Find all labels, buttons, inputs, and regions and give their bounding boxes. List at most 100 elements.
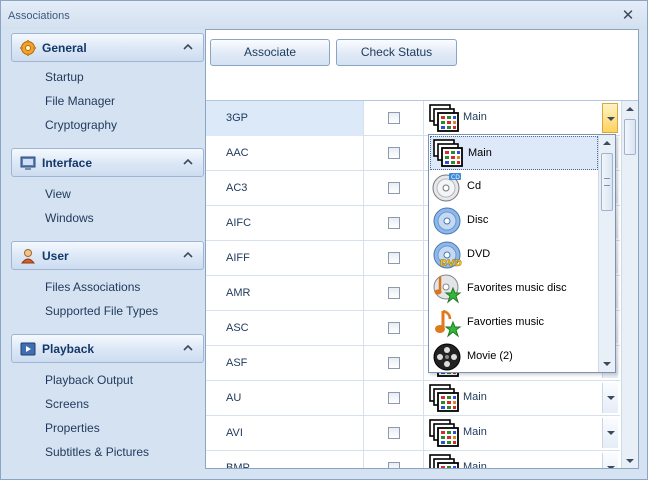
extension-cell: AMR <box>206 276 364 311</box>
extension-cell: 3GP <box>206 101 364 136</box>
group-interface-header[interactable]: Interface <box>11 148 204 177</box>
extension-cell: AC3 <box>206 171 364 206</box>
monitor-icon <box>20 156 36 170</box>
grid-view-icon <box>429 454 459 468</box>
close-icon[interactable]: ✕ <box>621 8 635 23</box>
dropdown-option[interactable]: Movie (2) <box>430 340 598 372</box>
associate-checkbox[interactable] <box>388 357 400 369</box>
chevron-down-icon[interactable] <box>602 383 618 413</box>
favorite-music-icon <box>432 308 462 338</box>
title-bar: Associations ✕ <box>1 1 647 29</box>
sidebar: General Startup File Manager Cryptograph… <box>9 31 205 475</box>
extension-cell: BMP <box>206 451 364 468</box>
svg-text:DVD: DVD <box>440 259 462 269</box>
group-playback-title: Playback <box>42 342 95 356</box>
checkbox-cell <box>364 451 424 468</box>
dropdown-scroll-thumb[interactable] <box>601 153 613 211</box>
dvd-icon: DVD <box>432 240 462 270</box>
extension-cell: AVI <box>206 416 364 451</box>
extension-cell: ASC <box>206 311 364 346</box>
chevron-up-icon[interactable] <box>183 157 193 167</box>
associate-checkbox[interactable] <box>388 427 400 439</box>
chevron-down-icon[interactable] <box>602 453 618 468</box>
checkbox-cell <box>364 276 424 311</box>
extension-cell: AIFF <box>206 241 364 276</box>
nav-item-windows[interactable]: Windows <box>45 211 94 225</box>
dropdown-option[interactable]: CD Cd <box>430 170 598 204</box>
associate-checkbox[interactable] <box>388 147 400 159</box>
dropdown-option-label: Favorties music <box>467 316 545 328</box>
grid-view-icon <box>433 139 463 169</box>
dropdown-option-label: Favorites music disc <box>467 282 567 294</box>
nav-item-supported-file-types[interactable]: Supported File Types <box>45 304 158 318</box>
associate-checkbox[interactable] <box>388 217 400 229</box>
nav-item-playback-output[interactable]: Playback Output <box>45 373 133 387</box>
group-interface-title: Interface <box>42 156 93 170</box>
group-user-title: User <box>42 249 69 263</box>
dropdown-option[interactable]: Favorties music <box>430 306 598 340</box>
grid-view-icon <box>429 419 459 447</box>
favorite-disc-icon <box>432 274 462 304</box>
dropdown-option-label: Disc <box>467 214 489 226</box>
extension-cell: ASF <box>206 346 364 381</box>
associate-checkbox[interactable] <box>388 252 400 264</box>
associate-button[interactable]: Associate <box>210 39 330 66</box>
scroll-thumb[interactable] <box>624 119 636 155</box>
nav-item-view[interactable]: View <box>45 187 71 201</box>
chevron-up-icon[interactable] <box>183 250 193 260</box>
table-row[interactable]: 3GP Main <box>206 101 620 136</box>
dropdown-option[interactable]: DVD DVD <box>430 238 598 272</box>
dropdown-option[interactable]: Main <box>430 136 598 170</box>
scroll-down-arrow-icon[interactable] <box>622 453 638 468</box>
scroll-up-arrow-icon[interactable] <box>599 135 615 151</box>
checkbox-cell <box>364 311 424 346</box>
grid-scrollbar[interactable] <box>621 101 638 468</box>
associate-checkbox[interactable] <box>388 392 400 404</box>
extension-cell: AIFC <box>206 206 364 241</box>
playback-icon <box>20 342 36 356</box>
extension-cell: AAC <box>206 136 364 171</box>
scroll-down-arrow-icon[interactable] <box>599 356 615 372</box>
dropdown-option[interactable]: Favorites music disc <box>430 272 598 306</box>
associate-checkbox[interactable] <box>388 462 400 468</box>
check-status-button[interactable]: Check Status <box>336 39 457 66</box>
group-user-header[interactable]: User <box>11 241 204 270</box>
scroll-up-arrow-icon[interactable] <box>622 101 638 117</box>
nav-item-screens[interactable]: Screens <box>45 397 89 411</box>
chevron-down-icon[interactable] <box>602 103 618 133</box>
associate-checkbox[interactable] <box>388 182 400 194</box>
nav-item-startup[interactable]: Startup <box>45 70 84 84</box>
nav-item-file-manager[interactable]: File Manager <box>45 94 115 108</box>
dropdown-scrollbar[interactable] <box>598 135 615 372</box>
nav-item-files-associations[interactable]: Files Associations <box>45 280 140 294</box>
table-row[interactable]: AU Main <box>206 381 620 416</box>
chevron-down-icon[interactable] <box>602 418 618 448</box>
dropdown-option-label: DVD <box>467 248 491 260</box>
nav-item-cryptography[interactable]: Cryptography <box>45 118 117 132</box>
checkbox-cell <box>364 101 424 136</box>
chevron-up-icon[interactable] <box>183 42 193 52</box>
associate-checkbox[interactable] <box>388 287 400 299</box>
group-general-title: General <box>42 41 87 55</box>
category-combo[interactable]: Main <box>424 101 620 136</box>
checkbox-cell <box>364 346 424 381</box>
table-row[interactable]: BMP Main <box>206 451 620 468</box>
checkbox-cell <box>364 241 424 276</box>
category-combo[interactable]: Main <box>424 451 620 468</box>
category-combo[interactable]: Main <box>424 416 620 451</box>
dropdown-option[interactable]: Disc <box>430 204 598 238</box>
gear-icon <box>20 40 36 56</box>
group-playback-header[interactable]: Playback <box>11 334 204 363</box>
associate-checkbox[interactable] <box>388 322 400 334</box>
combo-value: Main <box>463 391 487 403</box>
group-general-header[interactable]: General <box>11 33 204 62</box>
movie-reel-icon <box>432 342 462 372</box>
associate-checkbox[interactable] <box>388 112 400 124</box>
chevron-up-icon[interactable] <box>183 343 193 353</box>
grid-view-icon <box>429 384 459 412</box>
nav-item-properties[interactable]: Properties <box>45 421 100 435</box>
dropdown-option-label: Cd <box>467 180 482 192</box>
nav-item-subtitles-pictures[interactable]: Subtitles & Pictures <box>45 445 149 459</box>
category-combo[interactable]: Main <box>424 381 620 416</box>
table-row[interactable]: AVI Main <box>206 416 620 451</box>
